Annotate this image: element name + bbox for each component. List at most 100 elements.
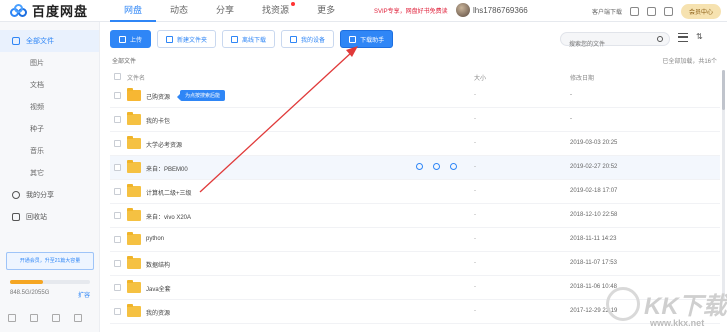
download-icon[interactable] xyxy=(433,163,440,170)
select-all-checkbox[interactable] xyxy=(114,73,121,80)
header-filename[interactable]: 文件名 xyxy=(127,73,145,82)
row-checkbox[interactable] xyxy=(114,284,121,291)
folder-icon xyxy=(127,208,141,221)
client-download-link[interactable]: 客户端下载 xyxy=(592,7,622,16)
sidebar-item-videos[interactable]: 视频 xyxy=(0,96,99,118)
file-name[interactable]: 计算机二级+三级 xyxy=(146,188,192,197)
search-box xyxy=(560,32,670,51)
scrollbar-thumb[interactable] xyxy=(722,70,725,110)
table-row[interactable]: 数据结构 - 2018-11-07 17:53 xyxy=(110,252,720,276)
sidebar-item-all-files[interactable]: 全部文件 xyxy=(0,30,99,52)
my-devices-button[interactable]: 我的设备 xyxy=(281,30,335,48)
row-actions xyxy=(416,163,457,170)
list-view-icon[interactable] xyxy=(678,33,688,42)
table-row[interactable]: 己购资源 为点按搜索后能 - - xyxy=(110,84,720,108)
row-checkbox[interactable] xyxy=(114,116,121,123)
trash-icon xyxy=(12,213,20,221)
download-helper-icon xyxy=(349,35,357,43)
table-row[interactable]: 计算机二级+三级 - 2019-02-18 17:07 xyxy=(110,180,720,204)
row-checkbox[interactable] xyxy=(114,92,121,99)
tablet-icon[interactable] xyxy=(30,314,38,322)
list-icon[interactable] xyxy=(74,314,82,322)
sort-icon[interactable]: ⇅ xyxy=(696,32,706,42)
folder-icon xyxy=(127,112,141,125)
header-size[interactable]: 大小 xyxy=(474,73,486,82)
file-name[interactable]: 我的资源 xyxy=(146,308,170,317)
row-checkbox[interactable] xyxy=(114,260,121,267)
upload-label: 上传 xyxy=(130,37,143,44)
table-row[interactable]: 来自：vivo X20A - 2018-12-10 22:58 xyxy=(110,204,720,228)
sidebar-item-images[interactable]: 图片 xyxy=(0,52,99,74)
offline-download-label: 离线下载 xyxy=(242,37,267,44)
offline-download-button[interactable]: 离线下载 xyxy=(222,30,276,48)
sidebar-item-music[interactable]: 音乐 xyxy=(0,140,99,162)
share-icon xyxy=(12,191,20,199)
more-icon[interactable] xyxy=(450,163,457,170)
sidebar-item-docs[interactable]: 文档 xyxy=(0,74,99,96)
avatar[interactable] xyxy=(456,3,470,17)
file-name[interactable]: python xyxy=(146,236,164,242)
watermark-logo xyxy=(606,286,640,321)
row-checkbox[interactable] xyxy=(114,140,121,147)
search-input[interactable] xyxy=(561,39,651,51)
top-right-tools: 客户端下载 会员中心 xyxy=(592,4,721,19)
nav-item-more[interactable]: 更多 xyxy=(303,0,349,22)
watermark-url: www.kkx.net xyxy=(650,318,705,328)
row-checkbox[interactable] xyxy=(114,164,121,171)
file-name[interactable]: 己购资源 xyxy=(146,92,170,101)
expand-storage-link[interactable]: 扩容 xyxy=(78,290,90,299)
vip-center-button[interactable]: 会员中心 xyxy=(680,4,721,19)
file-name[interactable]: Java全套 xyxy=(146,284,171,293)
nav-item-feed[interactable]: 动态 xyxy=(156,0,202,22)
tooltip: 为点按搜索后能 xyxy=(176,90,226,101)
row-checkbox[interactable] xyxy=(114,308,121,315)
download-helper-label: 下载助手 xyxy=(360,37,385,44)
table-row[interactable]: 大学必考资源 - 2019-03-03 20:25 xyxy=(110,132,720,156)
search-icon[interactable] xyxy=(657,36,663,42)
device-icon xyxy=(290,35,298,43)
phone-icon[interactable] xyxy=(52,314,60,322)
row-checkbox[interactable] xyxy=(114,188,121,195)
sidebar-item-recycle-bin[interactable]: 回收站 xyxy=(0,206,99,228)
file-name[interactable]: 来自：vivo X20A xyxy=(146,212,191,221)
sidebar-bottom-tools xyxy=(8,314,82,322)
file-toolbar: 上传 新建文件夹 离线下载 我的设备 下载助手 xyxy=(110,30,394,48)
folder-icon xyxy=(127,304,141,317)
new-folder-icon xyxy=(166,35,174,43)
scrollbar[interactable] xyxy=(722,70,725,300)
sidebar-item-torrents[interactable]: 种子 xyxy=(0,118,99,140)
clipboard-icon[interactable] xyxy=(646,7,656,16)
nav-item-share[interactable]: 分享 xyxy=(202,0,248,22)
file-name[interactable]: 数据结构 xyxy=(146,260,170,269)
table-row[interactable]: 我的卡包 - - xyxy=(110,108,720,132)
message-icon[interactable] xyxy=(629,7,639,16)
file-name[interactable]: 大学必考资源 xyxy=(146,140,182,149)
new-folder-button[interactable]: 新建文件夹 xyxy=(157,30,217,48)
download-helper-button[interactable]: 下载助手 xyxy=(340,30,394,48)
breadcrumb[interactable]: 全部文件 xyxy=(112,56,136,65)
header-date[interactable]: 修改日期 xyxy=(570,73,594,82)
sidebar-item-my-shares[interactable]: 我的分享 xyxy=(0,184,99,206)
table-row[interactable]: 来自：PBEM00 - 2019-02-27 20:52 xyxy=(110,156,720,180)
row-checkbox[interactable] xyxy=(114,236,121,243)
nav-item-netdisk[interactable]: 网盘 xyxy=(110,0,157,22)
username[interactable]: lhs1786769366 xyxy=(473,6,528,15)
row-checkbox[interactable] xyxy=(114,212,121,219)
logo-text: 百度网盘 xyxy=(32,4,89,19)
quota-upgrade-banner[interactable]: 开通会员，升至21篇大容量 xyxy=(6,252,94,270)
nav-item-resources[interactable]: 找资源 xyxy=(248,0,303,22)
file-name[interactable]: 我的卡包 xyxy=(146,116,170,125)
sidebar-item-other[interactable]: 其它 xyxy=(0,162,99,184)
monitor-icon[interactable] xyxy=(8,314,16,322)
file-date: - xyxy=(570,116,572,122)
upload-button[interactable]: 上传 xyxy=(110,30,152,48)
watermark-text: KK下载 xyxy=(644,293,727,320)
file-name[interactable]: 来自：PBEM00 xyxy=(146,164,188,173)
logo[interactable]: 百度网盘 xyxy=(0,1,110,20)
svip-promo-link[interactable]: SVIP专享，网盘好书免费读 xyxy=(374,6,448,15)
user-menu[interactable]: lhs1786769366 xyxy=(456,3,528,17)
table-row[interactable]: python - 2018-11-11 14:23 xyxy=(110,228,720,252)
skin-icon[interactable] xyxy=(663,7,673,16)
share-icon[interactable] xyxy=(416,163,423,170)
storage-usage-text: 848.5G/2055G xyxy=(10,290,50,296)
